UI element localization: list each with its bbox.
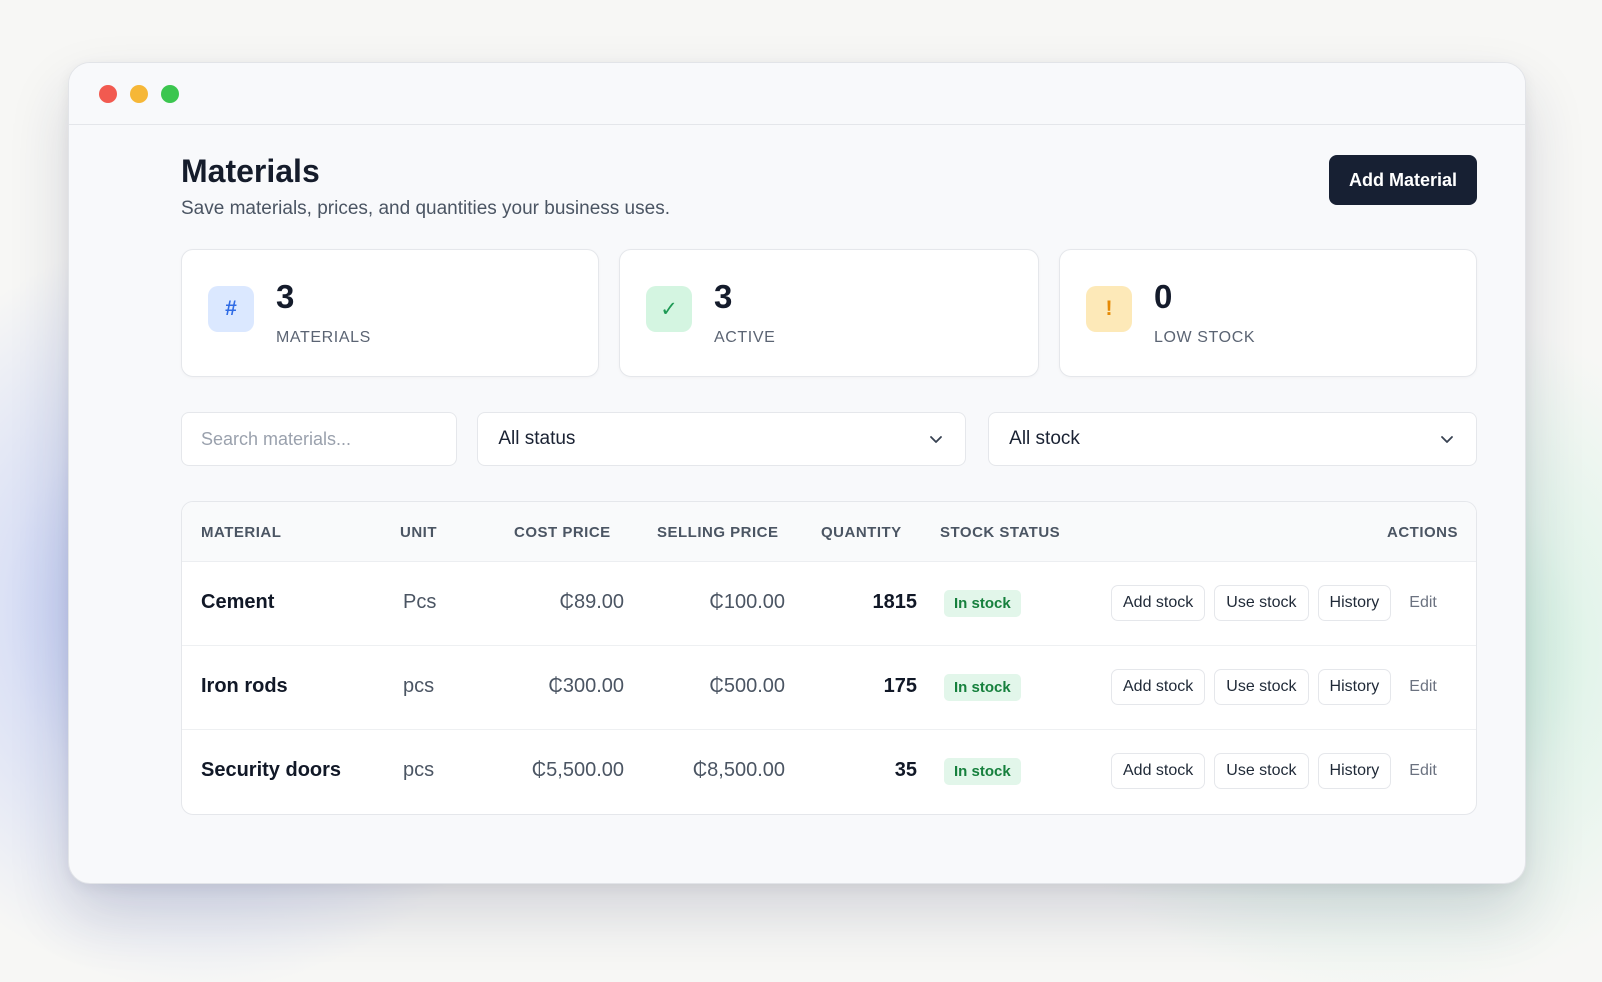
filters-bar: All status All stock xyxy=(181,412,1477,466)
quantity: 175 xyxy=(883,675,917,697)
table-row: Security doors pcs ₵5,500.00 ₵8,500.00 3… xyxy=(182,730,1476,814)
column-header-material[interactable]: MATERIAL xyxy=(201,524,281,541)
page-header: Materials Save materials, prices, and qu… xyxy=(181,125,1477,249)
stat-card-active: ✓ 3 ACTIVE xyxy=(619,249,1039,377)
app-window: Materials Save materials, prices, and qu… xyxy=(68,62,1526,884)
column-header-quantity[interactable]: QUANTITY xyxy=(821,524,902,541)
table-row: Cement Pcs ₵89.00 ₵100.00 1815 In stock … xyxy=(182,562,1476,646)
column-header-cost-price[interactable]: COST PRICE xyxy=(514,524,611,541)
main-content: Materials Save materials, prices, and qu… xyxy=(181,125,1477,815)
materials-table: MATERIAL UNIT COST PRICE SELLING PRICE Q… xyxy=(181,501,1477,815)
material-name: Iron rods xyxy=(201,675,288,697)
column-header-unit[interactable]: UNIT xyxy=(400,524,437,541)
use-stock-button[interactable]: Use stock xyxy=(1214,753,1309,789)
edit-link[interactable]: Edit xyxy=(1409,762,1437,780)
maximize-window-button[interactable] xyxy=(161,84,179,103)
history-button[interactable]: History xyxy=(1317,669,1392,705)
stat-label: MATERIALS xyxy=(276,328,371,346)
stat-label: ACTIVE xyxy=(714,328,776,346)
material-unit: pcs xyxy=(403,759,435,781)
row-actions: Add stock Use stock History Edit xyxy=(1111,585,1437,621)
add-material-button[interactable]: Add Material xyxy=(1329,155,1477,205)
close-window-button[interactable] xyxy=(99,84,117,103)
row-actions: Add stock Use stock History Edit xyxy=(1111,753,1437,789)
stock-filter-value: All stock xyxy=(1009,428,1080,449)
status-filter-value: All status xyxy=(498,428,576,449)
column-header-selling-price[interactable]: SELLING PRICE xyxy=(657,524,779,541)
check-icon: ✓ xyxy=(646,286,692,332)
material-name: Security doors xyxy=(201,759,342,781)
stat-card-low-stock: ! 0 LOW STOCK xyxy=(1059,249,1477,377)
stat-value: 3 xyxy=(276,277,295,315)
material-name: Cement xyxy=(201,591,275,613)
material-unit: pcs xyxy=(403,675,435,697)
status-badge: In stock xyxy=(944,758,1021,785)
material-unit: Pcs xyxy=(403,591,437,613)
page-subtitle: Save materials, prices, and quantities y… xyxy=(181,198,670,219)
search-input[interactable] xyxy=(181,412,458,466)
warning-icon: ! xyxy=(1086,286,1132,332)
history-button[interactable]: History xyxy=(1317,753,1392,789)
hash-icon: # xyxy=(208,286,254,332)
edit-link[interactable]: Edit xyxy=(1409,678,1437,696)
stat-card-materials: # 3 MATERIALS xyxy=(181,249,599,377)
selling-price: ₵8,500.00 xyxy=(692,759,785,781)
history-button[interactable]: History xyxy=(1317,585,1392,621)
column-header-stock-status[interactable]: STOCK STATUS xyxy=(940,524,1060,541)
chevron-down-icon xyxy=(1441,436,1453,443)
table-row: Iron rods pcs ₵300.00 ₵500.00 175 In sto… xyxy=(182,646,1476,730)
minimize-window-button[interactable] xyxy=(130,84,148,103)
table-header: MATERIAL UNIT COST PRICE SELLING PRICE Q… xyxy=(182,502,1476,562)
cost-price: ₵5,500.00 xyxy=(531,759,624,781)
column-header-actions: ACTIONS xyxy=(1387,524,1458,541)
title-bar xyxy=(69,63,1525,125)
status-badge: In stock xyxy=(944,674,1021,701)
selling-price: ₵100.00 xyxy=(709,591,785,613)
chevron-down-icon xyxy=(930,436,943,443)
status-filter-select[interactable]: All status xyxy=(477,412,967,466)
add-stock-button[interactable]: Add stock xyxy=(1111,585,1206,621)
cost-price: ₵89.00 xyxy=(559,591,625,613)
page-title: Materials xyxy=(181,153,320,189)
use-stock-button[interactable]: Use stock xyxy=(1214,669,1309,705)
stat-value: 0 xyxy=(1154,277,1173,315)
row-actions: Add stock Use stock History Edit xyxy=(1111,669,1437,705)
stats-row: # 3 MATERIALS ✓ 3 ACTIVE ! 0 LOW STOCK xyxy=(181,249,1477,377)
selling-price: ₵500.00 xyxy=(709,675,785,697)
status-badge: In stock xyxy=(944,590,1021,617)
cost-price: ₵300.00 xyxy=(548,675,624,697)
quantity: 1815 xyxy=(872,591,918,613)
use-stock-button[interactable]: Use stock xyxy=(1214,585,1309,621)
add-stock-button[interactable]: Add stock xyxy=(1111,669,1206,705)
quantity: 35 xyxy=(894,759,917,781)
stock-filter-select[interactable]: All stock xyxy=(988,412,1477,466)
add-stock-button[interactable]: Add stock xyxy=(1111,753,1206,789)
stat-value: 3 xyxy=(714,277,733,315)
edit-link[interactable]: Edit xyxy=(1409,594,1437,612)
stat-label: LOW STOCK xyxy=(1154,328,1256,346)
